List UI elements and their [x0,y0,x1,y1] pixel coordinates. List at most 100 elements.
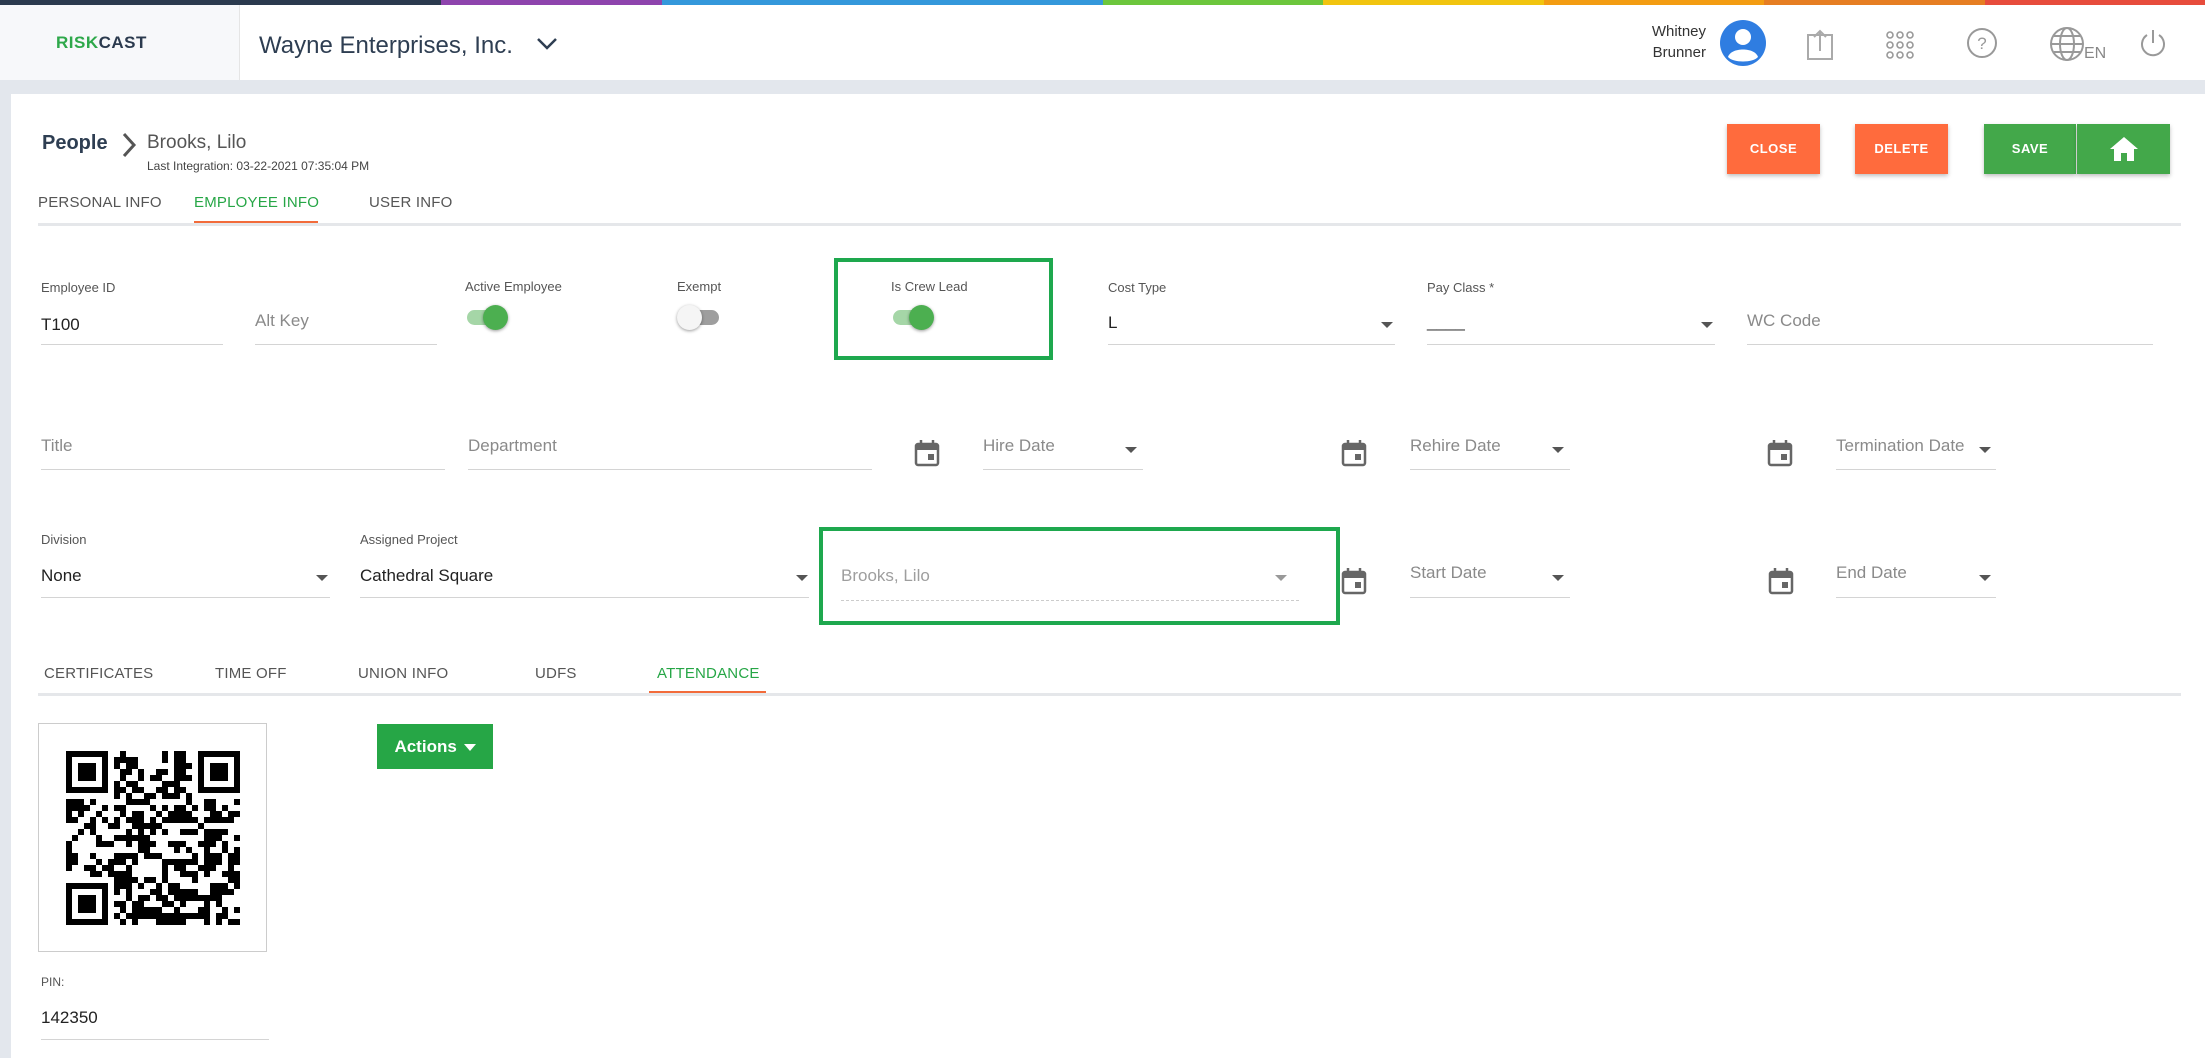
breadcrumb-current: Brooks, Lilo [147,132,247,153]
assigned-project-caret-icon[interactable] [796,575,808,581]
cost-type-underline [1108,344,1395,345]
save-button[interactable]: SAVE [1984,124,2076,174]
termination-date-caret-icon[interactable] [1979,447,1991,453]
user-first-name: Whitney [1651,23,1706,40]
hire-date-field[interactable]: Hire Date [983,436,1055,456]
pay-class-underline [1427,344,1715,345]
pin-field[interactable]: 142350 [41,1008,98,1028]
home-button[interactable] [2077,124,2170,174]
division-label: Division [41,532,87,547]
employee-id-label: Employee ID [41,280,116,295]
qr-code-image [66,751,240,925]
delete-button[interactable]: DELETE [1855,124,1948,174]
home-icon [2110,137,2138,161]
alt-key-field[interactable]: Alt Key [255,311,309,331]
active-employee-label: Active Employee [465,279,562,294]
calendar-icon[interactable] [1767,439,1793,467]
user-name[interactable]: Whitney Brunner [1628,21,1706,63]
end-date-field[interactable]: End Date [1836,563,1907,583]
department-field[interactable]: Department [468,436,557,456]
breadcrumb-root[interactable]: People [42,132,108,155]
crew-lead-label: Is Crew Lead [891,279,968,294]
top-header: RISKCAST Wayne Enterprises, Inc. Whitney… [0,5,2205,80]
caret-down-icon [463,744,476,752]
tab-udfs[interactable]: UDFS [535,665,577,682]
end-date-caret-icon[interactable] [1979,575,1991,581]
calendar-icon[interactable] [1768,567,1794,595]
termination-date-underline [1836,469,1996,470]
power-icon[interactable] [2137,27,2169,59]
division-caret-icon[interactable] [316,575,328,581]
breadcrumb: People Brooks, Lilo Last Integration: 03… [42,132,542,173]
chevron-down-icon[interactable] [536,37,558,51]
company-name[interactable]: Wayne Enterprises, Inc. [259,32,513,60]
calendar-icon[interactable] [914,439,940,467]
hire-date-underline [983,469,1143,470]
employee-id-field[interactable]: T100 [41,315,80,335]
crew-lead-select-underline [841,599,1299,601]
language-code[interactable]: EN [2084,45,2106,63]
assigned-project-select[interactable]: Cathedral Square [360,566,493,586]
hire-date-caret-icon[interactable] [1125,447,1137,453]
calendar-icon[interactable] [1341,439,1367,467]
termination-date-field[interactable]: Termination Date [1836,436,1965,456]
wc-code-field[interactable]: WC Code [1747,311,1821,331]
exempt-label: Exempt [677,279,722,294]
actions-dropdown-button[interactable]: Actions [377,724,493,769]
svg-text:?: ? [1977,34,1986,53]
end-date-underline [1836,597,1996,598]
user-last-name: Brunner [1652,44,1706,61]
pay-class-caret-icon[interactable] [1701,322,1713,328]
tabs-divider [38,223,2181,226]
subtabs-divider [38,693,2181,696]
pay-class-select[interactable]: ____ [1427,312,1465,332]
crew-lead-select[interactable]: Brooks, Lilo [841,566,930,586]
tab-user-info[interactable]: USER INFO [369,194,452,211]
start-date-underline [1410,597,1570,598]
division-select[interactable]: None [41,566,82,586]
active-employee-toggle[interactable] [465,302,509,332]
apps-grid-icon[interactable] [1886,31,1914,59]
start-date-caret-icon[interactable] [1552,575,1564,581]
employee-id-underline [41,344,223,345]
tab-time-off[interactable]: TIME OFF [215,665,287,682]
upload-icon[interactable] [1806,29,1834,61]
close-button[interactable]: CLOSE [1727,124,1820,174]
crew-lead-toggle[interactable] [891,302,935,332]
pin-underline [41,1039,269,1040]
cost-type-select[interactable]: L [1108,313,1117,333]
title-field[interactable]: Title [41,436,73,456]
help-icon[interactable]: ? [1966,27,1998,59]
alt-key-underline [255,344,437,345]
exempt-toggle[interactable] [677,302,721,332]
cost-type-label: Cost Type [1108,280,1167,295]
logo-area: RISKCAST [0,5,240,80]
tab-personal-info[interactable]: PERSONAL INFO [38,194,162,211]
rehire-date-caret-icon[interactable] [1552,447,1564,453]
division-underline [41,597,330,598]
calendar-icon[interactable] [1341,567,1367,595]
pay-class-label: Pay Class * [1427,280,1495,295]
wc-code-underline [1747,344,2153,345]
crew-lead-highlight-box [834,258,1053,360]
assigned-project-label: Assigned Project [360,532,458,547]
cost-type-caret-icon[interactable] [1381,322,1393,328]
tab-union-info[interactable]: UNION INFO [358,665,448,682]
tab-certificates[interactable]: CERTIFICATES [44,665,153,682]
start-date-field[interactable]: Start Date [1410,563,1487,583]
tab-attendance[interactable]: ATTENDANCE [657,665,760,682]
globe-icon[interactable] [2048,25,2086,63]
assigned-project-underline [360,597,809,598]
rehire-date-underline [1410,469,1570,470]
avatar-icon[interactable] [1719,19,1767,67]
qr-code-card [38,723,267,952]
riskcast-logo[interactable]: RISKCAST [56,33,147,53]
crew-lead-select-caret-icon[interactable] [1275,575,1287,581]
chevron-right-icon [122,132,137,158]
pin-label: PIN: [41,975,65,989]
rehire-date-field[interactable]: Rehire Date [1410,436,1501,456]
last-integration: Last Integration: 03-22-2021 07:35:04 PM [147,159,370,173]
actions-label: Actions [394,737,457,756]
content-panel: People Brooks, Lilo Last Integration: 03… [11,94,2205,1058]
tab-employee-info[interactable]: EMPLOYEE INFO [194,194,319,211]
